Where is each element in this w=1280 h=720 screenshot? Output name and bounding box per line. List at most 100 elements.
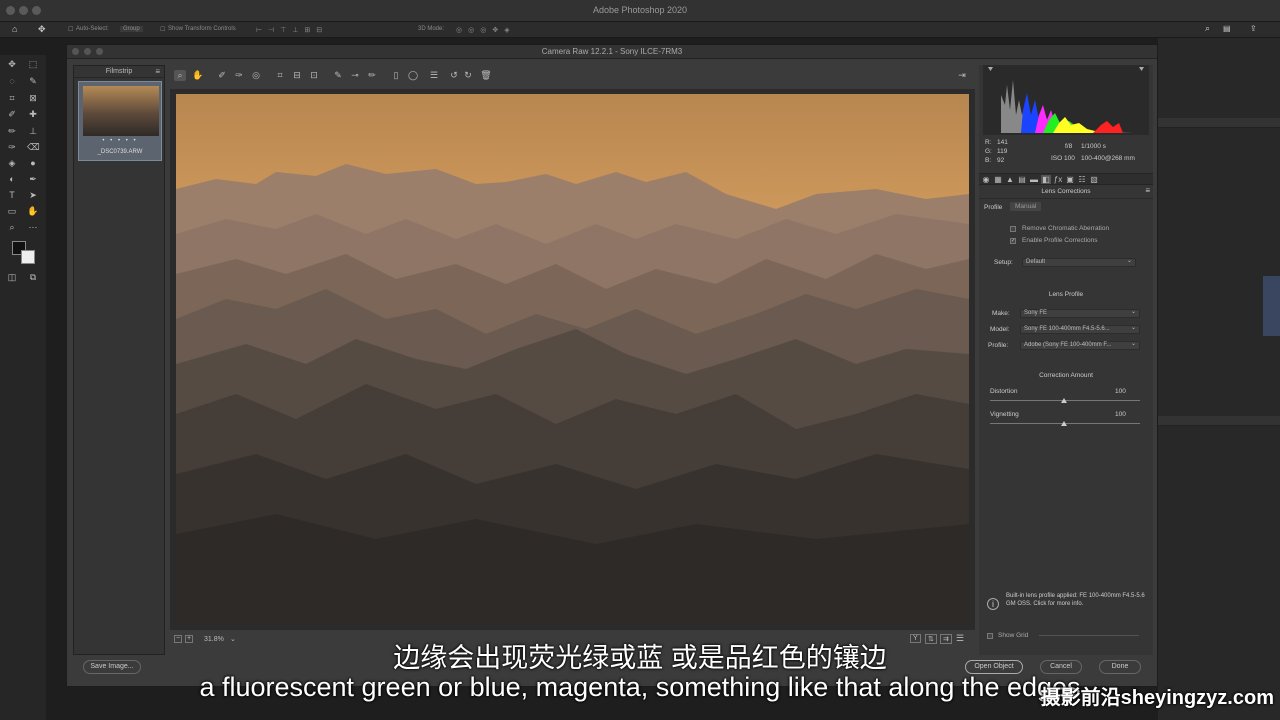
stamp-tool-icon[interactable]: ⊥ [27,126,39,136]
frame-tool-icon[interactable]: ⊠ [27,93,39,103]
histogram-graph [988,67,1144,133]
make-dropdown[interactable]: Sony FE [1020,309,1140,318]
rectangle-tool-icon[interactable]: ▭ [6,206,18,216]
filmstrip-menu-icon[interactable]: ≡ [155,67,160,76]
g-value: 119 [997,148,1008,155]
r-value: 141 [997,139,1008,146]
basic-panel-icon[interactable]: ◉ [981,175,991,184]
camera-calibration-icon[interactable]: ▣ [1065,175,1075,184]
screen-mode-icon[interactable]: ⧉ [27,272,39,282]
blur-tool-icon[interactable]: ● [27,158,39,168]
lens-value: 100-400@268 mm [1081,155,1135,162]
background-color-swatch[interactable] [21,250,35,264]
eraser-tool-icon[interactable]: ⌫ [27,142,40,152]
preferences-icon[interactable]: ☰ [428,70,440,81]
filmstrip-header: Filmstrip [74,66,164,78]
hand-tool-icon[interactable]: ✋ [27,206,39,216]
home-icon[interactable]: ⌂ [12,24,17,34]
zoom-tool-icon[interactable]: ⌕ [6,222,18,232]
search-icon[interactable]: ⌕ [1205,23,1210,34]
divider [979,198,1153,199]
quick-select-icon[interactable]: ✎ [27,76,39,86]
hand-tool-icon[interactable]: ✋ [192,70,204,81]
quick-mask-icon[interactable]: ◫ [6,272,18,282]
tab-manual[interactable]: Manual [1010,202,1042,211]
workspace-icon[interactable]: ▤ [1223,24,1231,33]
vignetting-label: Vignetting [990,411,1019,418]
remove-ca-checkbox[interactable] [1010,226,1016,232]
transform-icon[interactable]: ⊡ [308,70,320,81]
zoom-tool-icon[interactable]: ⌕ [174,70,186,81]
detail-icon[interactable]: ▲ [1005,175,1015,184]
rating-stars[interactable]: • • • • • [79,138,161,144]
snapshots-icon[interactable]: ▧ [1089,175,1099,184]
dodge-tool-icon[interactable]: ◐ [6,174,18,184]
transform-controls-checkbox[interactable]: ☐ [160,26,165,33]
dialog-close-button[interactable] [72,48,79,55]
rgb-readout: R: 141 G: 119 B: 92 f/8 1/1000 s ISO 100… [985,139,1145,169]
effects-icon[interactable]: ƒx [1053,175,1063,184]
eyedropper-icon[interactable]: ✐ [6,109,18,119]
straighten-icon[interactable]: ⊟ [291,70,303,81]
enable-profile-checkbox[interactable]: ✓ [1010,238,1016,244]
dialog-zoom-button[interactable] [96,48,103,55]
move-tool-icon[interactable]: ✥ [38,24,46,35]
rotate-left-icon[interactable]: ↺ [448,70,460,81]
crop-tool-icon[interactable]: ⌗ [6,93,18,103]
panel-header [1158,118,1280,128]
vignetting-slider-knob[interactable] [1061,421,1067,426]
radial-filter-icon[interactable]: ◯ [407,70,419,81]
dialog-minimize-button[interactable] [84,48,91,55]
history-brush-icon[interactable]: ✑ [6,142,18,152]
hsl-icon[interactable]: ▤ [1017,175,1027,184]
path-select-icon[interactable]: ➤ [27,190,39,200]
3d-mode-icons[interactable]: ◎◎◎✥◈ [456,26,516,34]
trash-icon[interactable]: 🗑 [480,70,492,81]
lens-corrections-icon[interactable]: ◧ [1041,175,1051,184]
auto-select-dropdown[interactable]: Group [120,26,143,32]
redeye-icon[interactable]: ⊸ [349,70,361,81]
marquee-tool-icon[interactable]: ⬚ [27,59,39,69]
paint-bucket-icon[interactable]: ◈ [6,158,18,168]
align-icons[interactable]: ⊢⊣⊤⊥⊞⊟ [256,26,328,34]
pen-tool-icon[interactable]: ✒ [27,174,39,184]
image-preview[interactable] [176,94,969,625]
white-balance-icon[interactable]: ✐ [216,70,228,81]
b-value: 92 [997,157,1005,164]
spot-removal-icon[interactable]: ✎ [332,70,344,81]
b-label: B: [985,157,992,164]
fullscreen-icon[interactable]: ⇥ [956,70,968,81]
filmstrip-thumbnail[interactable]: • • • • • _DSC0739.ARW [78,81,162,161]
model-label: Model: [990,326,1010,333]
share-icon[interactable]: ⇪ [1250,24,1257,33]
setup-dropdown[interactable]: Default [1022,258,1136,267]
healing-brush-icon[interactable]: ✚ [27,109,39,119]
lens-profile-info[interactable]: Built-in lens profile applied: FE 100-40… [1006,592,1148,608]
distortion-slider-knob[interactable] [1061,398,1067,403]
graduated-filter-icon[interactable]: ▯ [390,70,402,81]
targeted-adjust-icon[interactable]: ◎ [250,70,262,81]
brush-tool-icon[interactable]: ✏ [6,126,18,136]
profile-dropdown[interactable]: Adobe (Sony FE 100-400mm F... [1020,341,1140,350]
ps-right-panels [1158,38,1280,720]
subtitle-chinese: 边缘会出现荧光绿或蓝 或是品红色的镶边 [393,643,887,673]
lasso-tool-icon[interactable]: ◌ [6,76,18,86]
type-tool-icon[interactable]: T [6,190,18,200]
split-toning-icon[interactable]: ▬ [1029,175,1039,184]
crop-tool-icon[interactable]: ⌗ [274,70,286,81]
tab-profile[interactable]: Profile [984,204,1002,211]
color-sampler-icon[interactable]: ✑ [233,70,245,81]
panel-menu-icon[interactable]: ≡ [1145,186,1150,195]
lens-profile-heading: Lens Profile [1048,291,1084,298]
move-tool-icon[interactable]: ✥ [6,59,18,69]
rotate-right-icon[interactable]: ↻ [462,70,474,81]
auto-select-checkbox[interactable]: ☐ [68,26,73,33]
distortion-value[interactable]: 100 [1115,388,1126,395]
vignetting-value[interactable]: 100 [1115,411,1126,418]
presets-icon[interactable]: ☷ [1077,175,1087,184]
tone-curve-icon[interactable]: ▦ [993,175,1003,184]
adjustment-brush-icon[interactable]: ✏ [366,70,378,81]
enable-profile-label: Enable Profile Corrections [1022,237,1098,244]
more-tools-icon[interactable]: ⋯ [27,222,39,232]
model-dropdown[interactable]: Sony FE 100-400mm F4.5-5.6... [1020,325,1140,334]
